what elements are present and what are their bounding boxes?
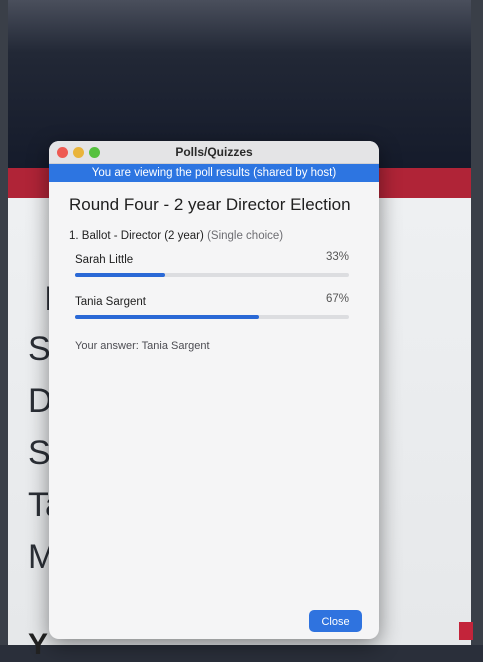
option-row: Sarah Little 33% (69, 251, 359, 284)
option-percent: 67% (325, 293, 349, 305)
monitor-bezel-left (0, 0, 8, 645)
monitor-bezel-right (471, 0, 483, 645)
background-slide-text: Y (28, 628, 49, 661)
result-bar-fill (75, 273, 166, 277)
background-red-mark (459, 622, 473, 640)
window-titlebar[interactable]: Polls/Quizzes (49, 141, 379, 164)
option-row: Tania Sargent 67% (69, 293, 359, 326)
option-percent: 33% (325, 251, 349, 263)
window-title: Polls/Quizzes (175, 145, 253, 159)
shared-results-banner: You are viewing the poll results (shared… (49, 164, 379, 182)
your-answer: Your answer: Tania Sargent (75, 340, 210, 352)
option-name: Sarah Little (75, 254, 134, 266)
question-hint: (Single choice) (207, 230, 284, 242)
result-bar-track (75, 315, 349, 319)
polls-window: Polls/Quizzes You are viewing the poll r… (49, 141, 379, 639)
close-button[interactable]: Close (309, 610, 362, 632)
option-name: Tania Sargent (75, 296, 146, 308)
poll-content: Round Four - 2 year Director Election 1.… (49, 195, 379, 639)
result-bar-fill (75, 315, 259, 319)
question-text: 1. Ballot - Director (2 year) (69, 230, 204, 242)
poll-heading: Round Four - 2 year Director Election (69, 195, 351, 214)
result-bar-track (75, 273, 349, 277)
question-label: 1. Ballot - Director (2 year) (Single ch… (69, 230, 359, 242)
